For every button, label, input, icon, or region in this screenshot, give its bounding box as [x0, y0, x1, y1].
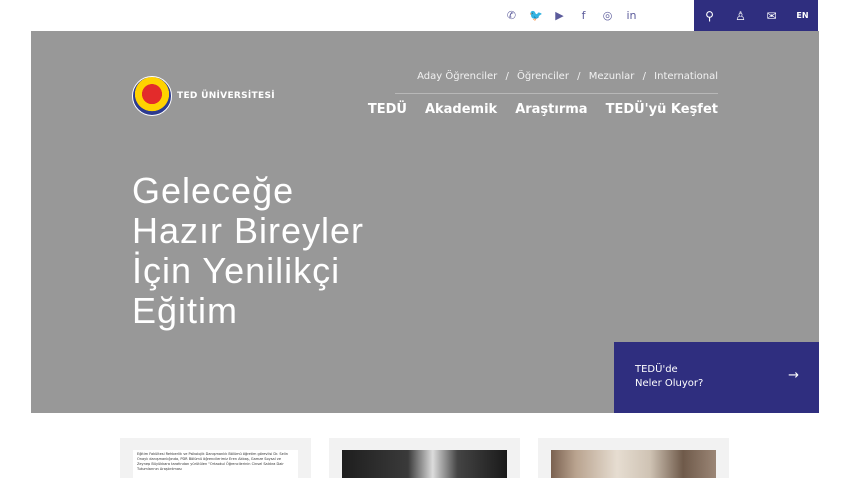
headline-line: Geleceğe: [132, 170, 295, 211]
headline-line: Hazır Bireyler: [132, 210, 365, 251]
mail-button[interactable]: ✉: [756, 0, 787, 31]
user-button[interactable]: ♙: [725, 0, 756, 31]
search-button[interactable]: ⚲: [694, 0, 725, 31]
news-card[interactable]: Eğitim Fakültesi Rehberlik ve Psikolojik…: [120, 438, 311, 478]
nav-item-academic[interactable]: Akademik: [425, 102, 497, 117]
nav-link-international[interactable]: International: [654, 71, 718, 82]
top-bar: ✆ 🐦 ▶ f ◎ in ⚲ ♙ ✉ EN: [0, 0, 850, 31]
site-logo[interactable]: TED ÜNİVERSİTESİ: [132, 76, 275, 116]
card-image: Eğitim Fakültesi Rehberlik ve Psikolojik…: [133, 450, 298, 478]
university-seal-icon: [132, 76, 172, 116]
card-image: [342, 450, 507, 478]
main-nav: TEDÜ Akademik Araştırma TEDÜ'yü Keşfet: [368, 102, 718, 117]
logo-text: TED ÜNİVERSİTESİ: [177, 91, 275, 101]
card-image-text: Eğitim Fakültesi Rehberlik ve Psikolojik…: [137, 452, 288, 471]
nav-item-tedu[interactable]: TEDÜ: [368, 102, 407, 117]
card-image: [551, 450, 716, 478]
linkedin-icon[interactable]: in: [625, 9, 638, 22]
instagram-icon[interactable]: ◎: [601, 9, 614, 22]
news-line-2: Neler Oluyor?: [635, 378, 704, 389]
nav-sep: /: [642, 71, 646, 82]
headline-line: Eğitim: [132, 290, 239, 331]
news-box-label: TEDÜ'de Neler Oluyor?: [635, 363, 703, 391]
social-links: ✆ 🐦 ▶ f ◎ in: [505, 0, 638, 31]
twitter-icon[interactable]: 🐦: [529, 9, 543, 22]
nav-link-students[interactable]: Öğrenciler: [517, 71, 569, 82]
audience-nav: Aday Öğrenciler / Öğrenciler / Mezunlar …: [417, 71, 718, 82]
nav-link-alumni[interactable]: Mezunlar: [589, 71, 635, 82]
nav-item-research[interactable]: Araştırma: [515, 102, 587, 117]
nav-sep: /: [577, 71, 581, 82]
nav-link-prospective[interactable]: Aday Öğrenciler: [417, 71, 497, 82]
headline-line: İçin Yenilikçi: [132, 250, 341, 291]
nav-sep: /: [505, 71, 509, 82]
search-icon: ⚲: [705, 8, 714, 23]
nav-item-discover[interactable]: TEDÜ'yü Keşfet: [606, 102, 718, 117]
facebook-icon[interactable]: f: [577, 9, 590, 22]
nav-divider: [395, 93, 718, 94]
mail-icon: ✉: [766, 8, 777, 23]
news-card[interactable]: [329, 438, 520, 478]
news-card[interactable]: [538, 438, 729, 478]
youtube-icon[interactable]: ▶: [553, 9, 566, 22]
news-line-1: TEDÜ'de: [635, 364, 678, 375]
language-label: EN: [796, 11, 809, 20]
language-button[interactable]: EN: [787, 0, 818, 31]
arrow-right-icon: →: [788, 368, 799, 383]
news-box-button[interactable]: TEDÜ'de Neler Oluyor? →: [614, 342, 819, 413]
hero-headline: Geleceğe Hazır Bireyler İçin Yenilikçi E…: [132, 171, 364, 331]
user-icon: ♙: [735, 8, 746, 23]
whatsapp-icon[interactable]: ✆: [505, 9, 518, 22]
